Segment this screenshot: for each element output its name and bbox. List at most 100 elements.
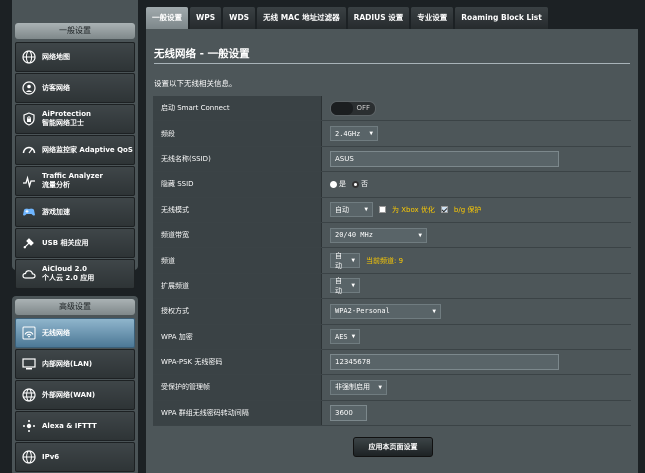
speedometer-icon [22,143,36,157]
bandwidth-select[interactable]: 20/40 MHz ▼ [330,227,427,243]
sidebar-item-label: 访客网络 [42,83,70,92]
chevron-down-icon: ▼ [364,206,368,214]
row-bandwidth: 频道带宽 20/40 MHz ▼ [153,222,631,249]
wireless-mode-value: 自动 [335,205,349,214]
radio-dot-selected [352,180,359,188]
shield-lock-icon [22,112,36,126]
tab-bar: 一般设置 WPS WDS 无线 MAC 地址过滤器 RADIUS 设置 专业设置 Roami… [146,7,550,29]
sidebar-advanced-item-3[interactable]: Alexa & IFTTT [15,411,135,441]
sidebar-general-item-0[interactable]: 网络地图 [15,42,135,72]
hide-ssid-yes-radio[interactable]: 是 [330,179,346,189]
hide-ssid-label: 隐藏 SSID [153,172,322,197]
wpa-psk-input[interactable]: 12345678 [330,354,559,371]
row-channel: 频道 自动 ▼ 当前频道: 9 [153,248,631,274]
sidebar-item-label: AiCloud 2.0 个人云 2.0 应用 [42,265,95,282]
row-wpa-psk: WPA-PSK 无线密码 12345678 [153,349,631,376]
sidebar-item-label: AiProtection 智能网络卫士 [42,110,91,127]
group-key-label: WPA 群组无线密码转动间隔 [153,400,322,426]
bg-protection-label: b/g 保护 [453,205,482,214]
sidebar-item-label: 无线网络 [42,328,70,337]
sidebar-item-label: USB 相关应用 [42,238,89,247]
row-pmf: 受保护的管理帧 非强制启用 ▼ [153,375,631,401]
wireless-mode-label: 无线模式 [153,197,322,222]
globe-icon [22,50,36,64]
bg-protection-checkbox[interactable] [440,206,448,214]
row-wireless-mode: 无线模式 自动 ▼ 为 Xbox 优化 b/g 保护 [153,197,631,223]
band-label: 频段 [153,121,322,146]
tab-6[interactable]: Roaming Block List [455,7,548,29]
ssid-label: 无线名称(SSID) [153,146,322,172]
pmf-label: 受保护的管理帧 [153,375,322,400]
advanced-list: 无线网络内部网络(LAN) 外部网络(WAN) Alexa & IFTTT IPv6 [15,318,135,472]
radio-yes-label: 是 [339,180,346,189]
auth-method-select[interactable]: WPA2-Personal ▼ [330,303,441,319]
channel-select[interactable]: 自动 ▼ [330,252,360,270]
wifi-icon [22,326,36,340]
pmf-value: 非强制启用 [335,383,370,392]
tab-1[interactable]: WPS [190,7,222,29]
xbox-optimize-checkbox[interactable] [379,206,386,214]
sidebar-advanced-item-1[interactable]: 内部网络(LAN) [15,349,135,379]
general-list: 网络地图访客网络 AiProtection 智能网络卫士网络监控家 Adaptiv… [15,42,135,289]
wpa-psk-label: WPA-PSK 无线密码 [153,349,322,375]
row-hide-ssid: 隐藏 SSID 是 否 [153,172,631,198]
smart-connect-toggle[interactable]: OFF [330,100,376,116]
sidebar-advanced-item-4[interactable]: IPv6 [15,442,135,472]
page-description: 设置以下无线相关信息。 [154,79,237,88]
sidebar-advanced-item-0[interactable]: 无线网络 [15,318,135,348]
row-smart-connect: 启动 Smart Connect OFF [153,96,631,122]
band-select[interactable]: 2.4GHz ▼ [330,126,378,142]
tab-0[interactable]: 一般设置 [146,7,188,29]
wan-globe-icon [22,388,36,402]
apply-button[interactable]: 应用本页面设置 [353,437,433,457]
chevron-down-icon: ▼ [369,130,373,138]
row-band: 频段 2.4GHz ▼ [153,121,631,147]
sidebar: 一般设置 网络地图 访客网络 AiProtection 智能网络卫士 网络监控家 Ad… [12,0,138,473]
sidebar-general-item-5[interactable]: 游戏加速 [15,197,135,227]
wireless-mode-select[interactable]: 自动 ▼ [330,202,373,218]
tab-5[interactable]: 专业设置 [411,7,454,29]
chevron-down-icon: ▼ [351,257,355,265]
radio-dot [330,180,337,188]
chevron-down-icon: ▼ [378,383,382,391]
chevron-down-icon: ▼ [418,231,422,239]
row-auth-method: 授权方式 WPA2-Personal ▼ [153,299,631,325]
pmf-select[interactable]: 非强制启用 ▼ [330,379,387,395]
auth-method-label: 授权方式 [153,299,322,324]
usb-icon [22,236,36,250]
sidebar-item-label: 外部网络(WAN) [42,390,96,399]
sidebar-general-item-2[interactable]: AiProtection 智能网络卫士 [15,104,135,134]
advanced-settings-header: 高级设置 [15,299,135,315]
sidebar-general-item-4[interactable]: Traffic Analyzer 流量分析 [15,166,135,196]
sidebar-general-item-7[interactable]: AiCloud 2.0 个人云 2.0 应用 [15,259,135,289]
tab-4[interactable]: RADIUS 设置 [347,7,410,29]
main-panel: 无线网络 - 一般设置 设置以下无线相关信息。 启动 Smart Connect… [146,29,638,473]
wpa-encryption-select[interactable]: AES ▼ [330,329,360,345]
tab-3[interactable]: 无线 MAC 地址过滤器 [257,7,346,29]
traffic-analyzer-icon [22,174,36,188]
row-wpa-encryption: WPA 加密 AES ▼ [153,324,631,350]
sidebar-item-label: 网络监控家 Adaptive QoS [42,145,133,154]
toggle-knob [331,101,353,115]
hide-ssid-no-radio[interactable]: 否 [352,179,368,189]
title-divider [154,63,630,64]
sidebar-advanced-item-2[interactable]: 外部网络(WAN) [15,380,135,410]
cloud-icon [22,267,36,281]
channel-label: 频道 [153,248,322,273]
sidebar-general-item-6[interactable]: USB 相关应用 [15,228,135,258]
sidebar-general-item-3[interactable]: 网络监控家 Adaptive QoS [15,135,135,165]
sidebar-item-label: 网络地图 [42,52,70,61]
chevron-down-icon: ▼ [432,307,436,315]
group-key-input[interactable]: 3600 [330,404,367,421]
tab-2[interactable]: WDS [223,7,256,29]
ssid-input[interactable]: ASUS [330,150,559,167]
toggle-state: OFF [356,104,370,113]
sidebar-general-item-1[interactable]: 访客网络 [15,73,135,103]
row-group-key: WPA 群组无线密码转动间隔 3600 [153,400,631,427]
settings-form: 启动 Smart Connect OFF 频段 2.4GHz ▼ 无线名称(SSI… [153,96,631,427]
advanced-settings-group: 高级设置 无线网络内部网络(LAN) 外部网络(WAN) Alexa & IFTTT… [12,296,138,473]
auth-method-value: WPA2-Personal [335,307,390,316]
wpa-encryption-label: WPA 加密 [153,324,322,349]
current-channel-text: 当前频道: 9 [366,256,404,265]
ext-channel-select[interactable]: 自动 ▼ [330,277,360,295]
